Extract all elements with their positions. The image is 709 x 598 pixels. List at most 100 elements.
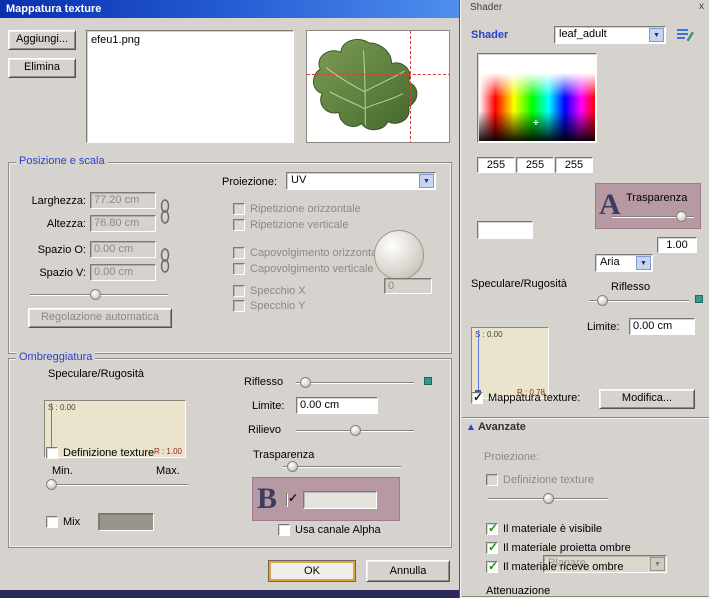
transparency-slider-thumb[interactable] [287, 461, 298, 472]
repeat-vertical-row: Ripetizione verticale [233, 219, 348, 231]
min-max-slider-thumb[interactable] [46, 479, 57, 490]
add-texture-button[interactable]: Aggiungi... [8, 30, 76, 50]
limit-field[interactable]: 0.00 cm [296, 397, 378, 414]
texture-mapping-checkbox[interactable] [471, 392, 483, 404]
annotation-b-overlay: B [252, 477, 400, 521]
texture-list-item[interactable]: efeu1.png [87, 31, 293, 49]
width-field[interactable]: 77.20 cm [90, 192, 156, 209]
flip-horizontal-checkbox[interactable] [233, 247, 245, 259]
space-u-field[interactable]: 0.00 cm [90, 241, 156, 258]
transparency-slider[interactable] [283, 466, 401, 468]
mirror-x-checkbox[interactable] [233, 285, 245, 297]
ok-button[interactable]: OK [268, 560, 356, 582]
height-field[interactable]: 76.80 cm [90, 215, 156, 232]
texture-definition-row: Definizione texture [46, 447, 154, 459]
bump-slider-thumb[interactable] [350, 425, 361, 436]
max-label: Max. [156, 465, 180, 477]
mix-checkbox[interactable] [46, 516, 58, 528]
reflection-slider[interactable] [296, 382, 414, 384]
flip-vertical-checkbox[interactable] [233, 263, 245, 275]
panel-reflection-slider[interactable] [589, 300, 689, 302]
shader-select[interactable]: leaf_adult ▼ [554, 26, 666, 44]
panel-specular-graph[interactable]: S : 0.00 R : 0.78 [471, 327, 549, 399]
panel-reflection-animate-button[interactable] [695, 295, 703, 303]
alpha-channel-checkbox[interactable] [278, 524, 290, 536]
panel-transparency-slider-thumb[interactable] [676, 211, 687, 222]
advanced-collapse-icon[interactable]: ▲ [466, 422, 476, 433]
screen: { "annotations": { "a": "A", "b": "B" },… [0, 0, 709, 598]
rgb-r-field[interactable]: 255 [477, 157, 515, 173]
color-swatch[interactable] [477, 221, 533, 239]
scale-slider[interactable] [30, 294, 168, 296]
cancel-button[interactable]: Annulla [366, 560, 450, 582]
rotation-dial[interactable] [374, 230, 424, 280]
color-picker-crosshair[interactable]: + [533, 118, 539, 129]
bump-slider[interactable] [296, 430, 414, 432]
panel-limit-field[interactable]: 0.00 cm [629, 318, 695, 335]
panel-definition-slider[interactable] [488, 498, 608, 500]
dialog-titlebar[interactable]: Mappatura texture [0, 0, 459, 18]
panel-definition-slider-thumb[interactable] [543, 493, 554, 504]
chevron-down-icon[interactable]: ▼ [419, 174, 434, 188]
reflection-animate-button[interactable] [424, 377, 432, 385]
reflection-slider-thumb[interactable] [300, 377, 311, 388]
medium-amount-field[interactable]: 1.00 [657, 237, 697, 253]
space-u-label: Spazio O: [24, 244, 86, 256]
flip-horizontal-label: Capovolgimento orizzontale [250, 247, 386, 259]
panel-texture-definition-label: Definizione texture [503, 474, 594, 486]
alpha-channel-row: Usa canale Alpha [278, 524, 381, 536]
link-icon[interactable] [159, 245, 171, 277]
space-v-label: Spazio V: [24, 267, 86, 279]
mirror-y-checkbox[interactable] [233, 300, 245, 312]
panel-specular-label: Speculare/Rugosità [471, 278, 567, 290]
rgb-g-field[interactable]: 255 [516, 157, 554, 173]
repeat-vertical-checkbox[interactable] [233, 219, 245, 231]
texture-mapping-row: Mappatura texture: [471, 392, 580, 404]
height-label: Altezza: [24, 218, 86, 230]
chevron-down-icon[interactable]: ▼ [649, 28, 664, 42]
space-v-field[interactable]: 0.00 cm [90, 264, 156, 281]
crosshair-vertical [410, 31, 411, 143]
repeat-horizontal-checkbox[interactable] [233, 203, 245, 215]
medium-select[interactable]: Aria ▼ [595, 254, 653, 272]
panel-title: Shader [470, 2, 502, 13]
section-divider [462, 417, 709, 419]
transparency-texture-field[interactable] [303, 491, 377, 509]
mix-label: Mix [63, 516, 80, 528]
link-icon[interactable] [159, 196, 171, 228]
advanced-section-label[interactable]: Avanzate [478, 421, 526, 433]
material-receive-shadows-checkbox[interactable] [486, 561, 498, 573]
material-visible-checkbox[interactable] [486, 523, 498, 535]
chevron-down-icon[interactable]: ▼ [636, 256, 651, 270]
chevron-down-icon[interactable]: ▼ [650, 557, 665, 571]
mirror-x-row: Specchio X [233, 285, 306, 297]
transparency-texture-checkbox[interactable] [286, 493, 288, 507]
mix-row: Mix [46, 516, 80, 528]
material-cast-shadows-checkbox[interactable] [486, 542, 498, 554]
projection-select[interactable]: UV ▼ [286, 172, 436, 190]
projection-value: UV [291, 174, 306, 186]
color-picker[interactable]: + [477, 53, 597, 143]
graph-s-value: S : 0.00 [48, 403, 76, 412]
bump-label: Rilievo [248, 424, 281, 436]
close-icon[interactable]: x [699, 1, 704, 12]
rotation-field[interactable]: 0 [384, 278, 432, 294]
auto-adjust-button[interactable]: Regolazione automatica [28, 308, 172, 328]
delete-texture-button[interactable]: Elimina [8, 58, 76, 78]
panel-texture-definition-checkbox[interactable] [486, 474, 498, 486]
panel-reflection-label: Riflesso [611, 281, 650, 293]
texture-list[interactable]: efeu1.png [86, 30, 294, 143]
hue-gradient[interactable]: + [479, 74, 595, 141]
rgb-b-field[interactable]: 255 [555, 157, 593, 173]
panel-reflection-slider-thumb[interactable] [597, 295, 608, 306]
mix-color-swatch[interactable] [98, 513, 154, 531]
shader-label: Shader [471, 29, 508, 41]
edit-mapping-button[interactable]: Modifica... [599, 389, 695, 409]
texture-definition-checkbox[interactable] [46, 447, 58, 459]
min-max-slider[interactable] [46, 484, 188, 486]
scale-slider-thumb[interactable] [90, 289, 101, 300]
edit-shader-icon[interactable] [676, 27, 694, 43]
graph-r-value: R : 1.00 [154, 447, 182, 456]
panel-transparency-slider[interactable] [612, 216, 694, 218]
material-visible-label: Il materiale è visibile [503, 523, 602, 535]
